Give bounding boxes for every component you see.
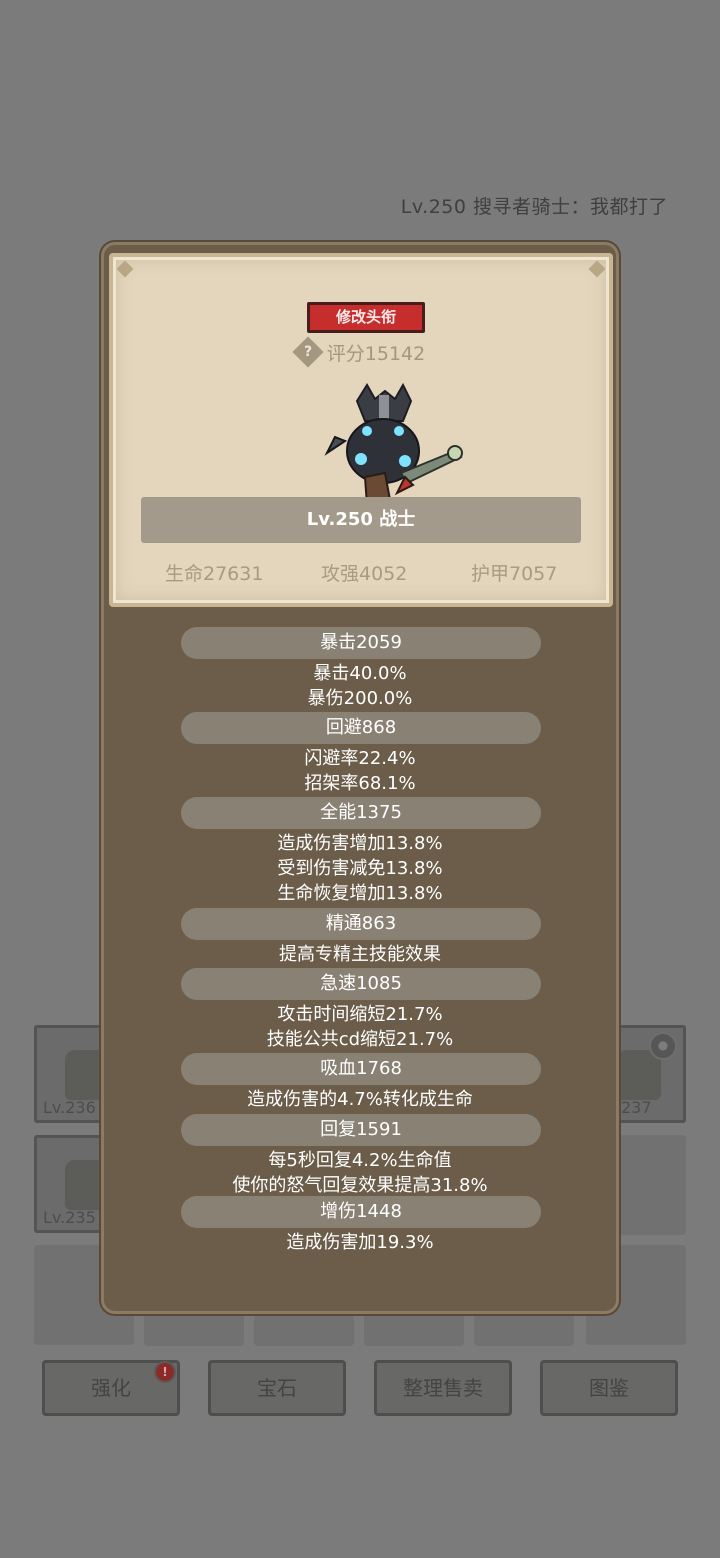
attr-header-damage: 增伤1448 xyxy=(181,1196,541,1228)
attr-header-crit: 暴击2059 xyxy=(181,627,541,659)
sell-button[interactable]: 整理售卖 xyxy=(374,1360,512,1416)
attr-header-mastery: 精通863 xyxy=(181,908,541,940)
lock-icon: ● xyxy=(649,1032,677,1060)
attr-line: 造成伤害的4.7%转化成生命 xyxy=(247,1089,473,1110)
attr-line: 受到伤害减免13.8% xyxy=(277,858,443,879)
attr-line: 每5秒回复4.2%生命值 xyxy=(268,1150,452,1171)
score-row: ? 评分15142 xyxy=(113,336,609,368)
life-stat: 生命27631 xyxy=(165,563,264,585)
codex-label: 图鉴 xyxy=(589,1376,629,1400)
enhance-label: 强化 xyxy=(91,1376,131,1400)
attr-header-leech: 吸血1768 xyxy=(181,1053,541,1085)
corner-ornament xyxy=(588,260,606,278)
empty-slot[interactable] xyxy=(474,1314,574,1346)
armor-stat: 护甲7057 xyxy=(471,563,558,585)
codex-button[interactable]: 图鉴 xyxy=(540,1360,678,1416)
attr-line: 暴伤200.0% xyxy=(307,688,413,709)
alert-badge-icon: ! xyxy=(154,1361,176,1383)
attr-line: 使你的怒气回复效果提高31.8% xyxy=(232,1175,488,1196)
attr-line: 闪避率22.4% xyxy=(304,748,416,769)
attr-header-dodge: 回避868 xyxy=(181,712,541,744)
attr-header-versatility: 全能1375 xyxy=(181,797,541,829)
empty-slot[interactable] xyxy=(254,1314,354,1346)
character-name-banner: Lv.250 战士 xyxy=(141,497,581,543)
attr-line: 攻击时间缩短21.7% xyxy=(277,1004,443,1025)
score-value: 评分15142 xyxy=(326,343,426,365)
corner-ornament xyxy=(116,260,134,278)
attr-line: 技能公共cd缩短21.7% xyxy=(266,1029,454,1050)
attack-stat: 攻强4052 xyxy=(321,563,408,585)
help-icon[interactable]: ? xyxy=(292,336,324,368)
top-title: Lv.250 搜寻者骑士：我都打了 xyxy=(400,196,668,218)
enhance-button[interactable]: 强化 ! xyxy=(42,1360,180,1416)
item-level: Lv.236 xyxy=(43,1098,96,1117)
empty-slot[interactable] xyxy=(144,1314,244,1346)
attr-line: 生命恢复增加13.8% xyxy=(277,883,443,904)
gem-button[interactable]: 宝石 xyxy=(208,1360,346,1416)
edit-title-button[interactable]: 修改头衔 xyxy=(307,302,425,333)
attr-header-regen: 回复1591 xyxy=(181,1114,541,1146)
attr-header-haste: 急速1085 xyxy=(181,968,541,1000)
attr-line: 招架率68.1% xyxy=(304,773,416,794)
attr-line: 造成伤害增加13.8% xyxy=(277,833,443,854)
sell-label: 整理售卖 xyxy=(403,1376,483,1400)
item-level: Lv.235 xyxy=(43,1208,96,1227)
item-level: 237 xyxy=(621,1098,652,1117)
character-card: 修改头衔 ? 评分15142 Lv.250 战士 生命27631 攻强4052 护… xyxy=(109,253,613,607)
attr-line: 暴击40.0% xyxy=(313,663,407,684)
attr-line: 提高专精主技能效果 xyxy=(279,944,441,965)
base-stats: 生命27631 攻强4052 护甲7057 xyxy=(113,559,609,589)
character-panel: 修改头衔 ? 评分15142 Lv.250 战士 生命27631 攻强4052 护… xyxy=(101,242,619,1314)
empty-slot[interactable] xyxy=(364,1314,464,1346)
attr-line: 造成伤害加19.3% xyxy=(286,1232,434,1253)
gem-label: 宝石 xyxy=(257,1376,297,1400)
